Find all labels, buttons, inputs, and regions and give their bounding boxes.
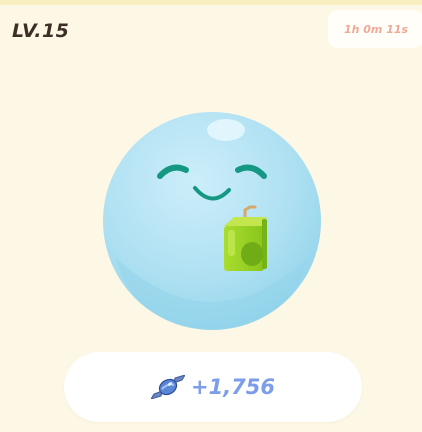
candy-icon [150, 375, 185, 399]
top-strip [0, 0, 422, 5]
timer-badge: 1h 0m 11s [328, 10, 422, 48]
pet-character[interactable] [100, 108, 325, 333]
pet-body [103, 112, 321, 330]
reward-counter: +1,756 [64, 352, 362, 422]
level-label: LV.15 [12, 20, 70, 42]
reward-amount: +1,756 [190, 375, 276, 399]
timer-text: 1h 0m 11s [343, 22, 409, 36]
